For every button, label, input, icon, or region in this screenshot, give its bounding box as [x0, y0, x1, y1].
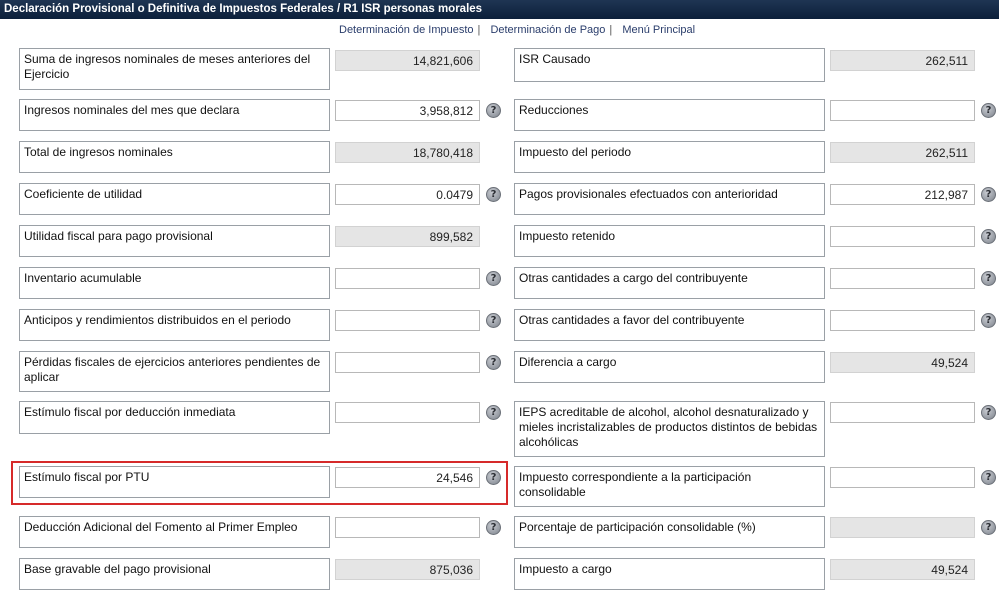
- inventario-acumulable-field[interactable]: [335, 268, 480, 289]
- reducciones-field[interactable]: [830, 100, 975, 121]
- nav-determinacion-pago[interactable]: Determinación de Pago: [490, 24, 605, 36]
- label-suma-ingresos-anteriores: Suma de ingresos nominales de meses ante…: [19, 48, 330, 90]
- ieps-acreditable-field[interactable]: [830, 402, 975, 423]
- help-icon[interactable]: ?: [486, 271, 501, 286]
- window-title: Declaración Provisional o Definitiva de …: [0, 0, 999, 19]
- help-icon[interactable]: ?: [486, 405, 501, 420]
- porcentaje-participacion-field: [830, 517, 975, 538]
- label-perdidas-fiscales: Pérdidas fiscales de ejercicios anterior…: [19, 351, 330, 392]
- label-coeficiente-utilidad: Coeficiente de utilidad: [19, 183, 330, 215]
- label-diferencia-cargo: Diferencia a cargo: [514, 351, 825, 383]
- impuesto-participacion-consolidable-field[interactable]: [830, 467, 975, 488]
- isr-causado-field: [830, 50, 975, 71]
- otras-cantidades-favor-field[interactable]: [830, 310, 975, 331]
- label-pagos-provisionales: Pagos provisionales efectuados con anter…: [514, 183, 825, 215]
- label-estimulo-ptu: Estímulo fiscal por PTU: [19, 466, 330, 498]
- ingresos-mes-field[interactable]: [335, 100, 480, 121]
- total-ingresos-field: [335, 142, 480, 163]
- perdidas-fiscales-field[interactable]: [335, 352, 480, 373]
- estimulo-ptu-field[interactable]: [335, 467, 480, 488]
- label-inventario-acumulable: Inventario acumulable: [19, 267, 330, 299]
- help-icon[interactable]: ?: [981, 313, 996, 328]
- nav-determinacion-impuesto[interactable]: Determinación de Impuesto: [339, 24, 474, 36]
- help-icon[interactable]: ?: [486, 313, 501, 328]
- help-icon[interactable]: ?: [981, 229, 996, 244]
- label-impuesto-cargo: Impuesto a cargo: [514, 558, 825, 590]
- label-deduccion-primer-empleo: Deducción Adicional del Fomento al Prime…: [19, 516, 330, 548]
- label-porcentaje-participacion: Porcentaje de participación consolidable…: [514, 516, 825, 548]
- label-ingresos-mes: Ingresos nominales del mes que declara: [19, 99, 330, 131]
- label-otras-cantidades-favor: Otras cantidades a favor del contribuyen…: [514, 309, 825, 341]
- label-otras-cantidades-cargo: Otras cantidades a cargo del contribuyen…: [514, 267, 825, 299]
- help-icon[interactable]: ?: [981, 470, 996, 485]
- help-icon[interactable]: ?: [981, 271, 996, 286]
- help-icon[interactable]: ?: [981, 103, 996, 118]
- help-icon[interactable]: ?: [486, 355, 501, 370]
- impuesto-periodo-field: [830, 142, 975, 163]
- top-navigation: Determinación de Impuesto | Determinación…: [339, 24, 696, 36]
- label-total-ingresos: Total de ingresos nominales: [19, 141, 330, 173]
- anticipos-rendimientos-field[interactable]: [335, 310, 480, 331]
- nav-menu-principal[interactable]: Menú Principal: [622, 24, 695, 36]
- label-impuesto-participacion-consolidable: Impuesto correspondiente a la participac…: [514, 466, 825, 507]
- label-impuesto-retenido: Impuesto retenido: [514, 225, 825, 257]
- estimulo-deduccion-inmediata-field[interactable]: [335, 402, 480, 423]
- base-gravable-field: [335, 559, 480, 580]
- label-utilidad-fiscal: Utilidad fiscal para pago provisional: [19, 225, 330, 257]
- utilidad-fiscal-field: [335, 226, 480, 247]
- help-icon[interactable]: ?: [486, 520, 501, 535]
- help-icon[interactable]: ?: [981, 520, 996, 535]
- label-ieps-acreditable: IEPS acreditable de alcohol, alcohol des…: [514, 401, 825, 457]
- help-icon[interactable]: ?: [486, 470, 501, 485]
- label-base-gravable: Base gravable del pago provisional: [19, 558, 330, 590]
- help-icon[interactable]: ?: [981, 187, 996, 202]
- label-reducciones: Reducciones: [514, 99, 825, 131]
- help-icon[interactable]: ?: [486, 187, 501, 202]
- help-icon[interactable]: ?: [981, 405, 996, 420]
- coeficiente-utilidad-field[interactable]: [335, 184, 480, 205]
- label-anticipos-rendimientos: Anticipos y rendimientos distribuidos en…: [19, 309, 330, 341]
- deduccion-primer-empleo-field[interactable]: [335, 517, 480, 538]
- label-estimulo-deduccion-inmediata: Estímulo fiscal por deducción inmediata: [19, 401, 330, 434]
- impuesto-retenido-field[interactable]: [830, 226, 975, 247]
- help-icon[interactable]: ?: [486, 103, 501, 118]
- pagos-provisionales-field[interactable]: [830, 184, 975, 205]
- label-isr-causado: ISR Causado: [514, 48, 825, 82]
- impuesto-cargo-field: [830, 559, 975, 580]
- suma-ingresos-anteriores-field: [335, 50, 480, 71]
- otras-cantidades-cargo-field[interactable]: [830, 268, 975, 289]
- label-impuesto-periodo: Impuesto del periodo: [514, 141, 825, 173]
- diferencia-cargo-field: [830, 352, 975, 373]
